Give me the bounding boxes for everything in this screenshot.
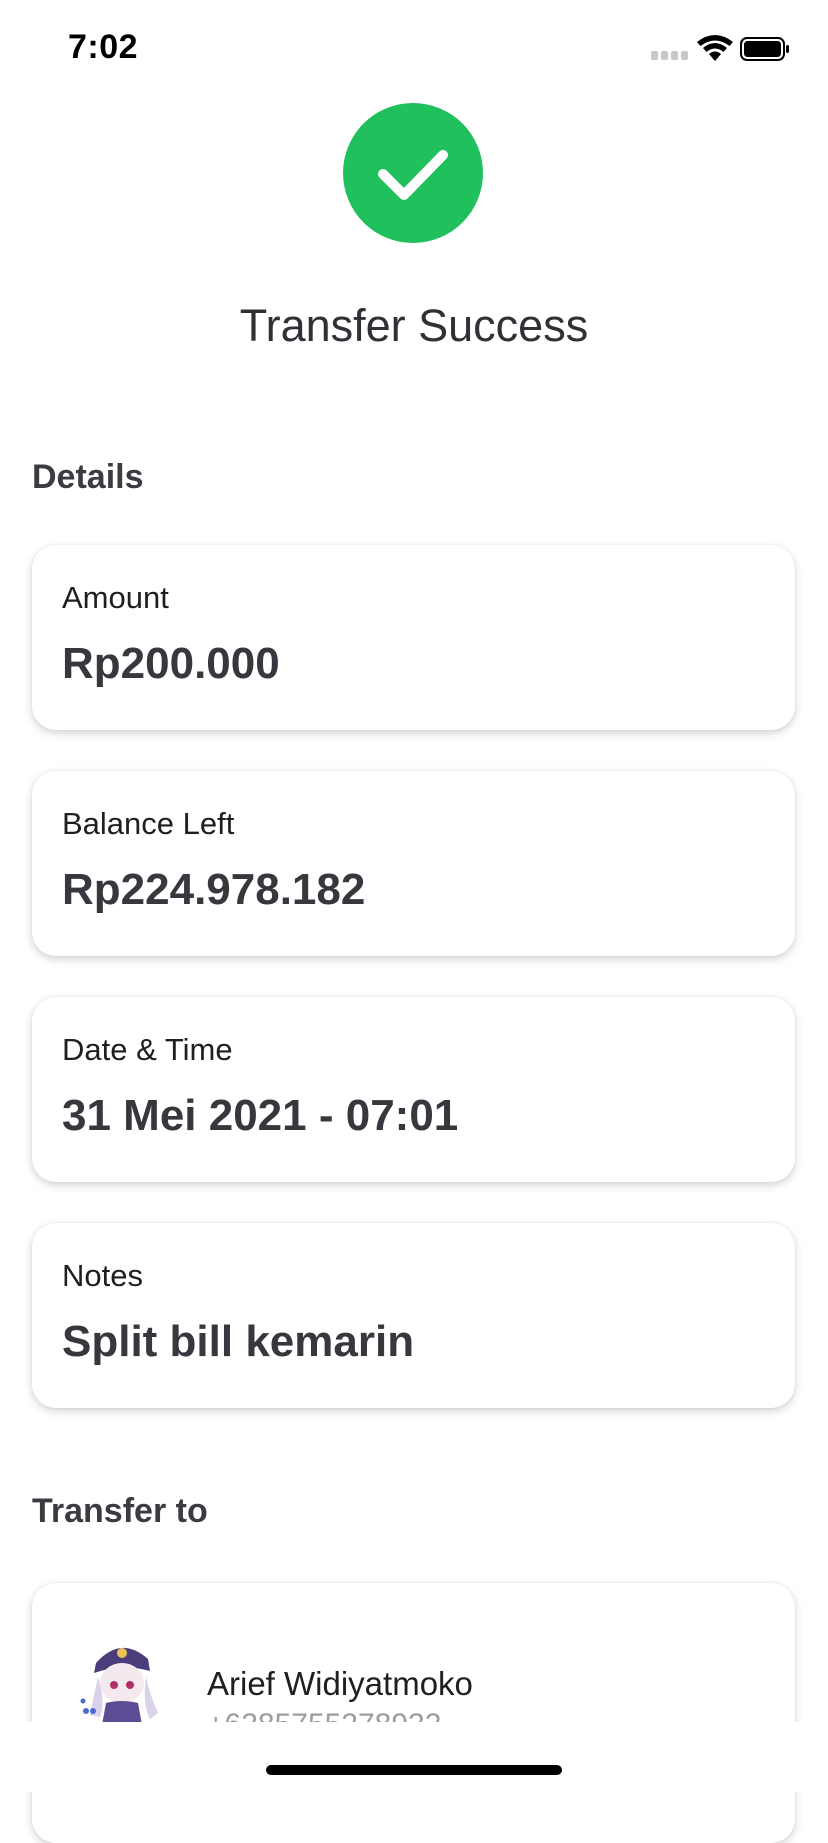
battery-icon [740,37,789,61]
notes-value: Split bill kemarin [62,1317,415,1366]
success-icon [343,103,483,243]
wifi-icon [697,35,733,61]
home-indicator[interactable] [266,1765,562,1775]
details-section-label: Details [32,458,144,496]
status-time: 7:02 [68,28,139,66]
recipient-card[interactable]: Arief Widiyatmoko +6285755278932 [32,1583,795,1843]
signal-icon [651,51,688,60]
amount-card: Amount Rp200.000 [32,545,795,730]
notes-card: Notes Split bill kemarin [32,1223,795,1408]
balance-card: Balance Left Rp224.978.182 [32,771,795,956]
datetime-value: 31 Mei 2021 - 07:01 [62,1091,459,1140]
datetime-label: Date & Time [62,1032,233,1067]
datetime-card: Date & Time 31 Mei 2021 - 07:01 [32,997,795,1182]
recipient-name: Arief Widiyatmoko [207,1665,473,1702]
amount-label: Amount [62,580,169,615]
checkmark-icon [378,150,448,200]
balance-label: Balance Left [62,806,235,841]
bottom-safe-area [0,1722,828,1792]
balance-value: Rp224.978.182 [62,865,366,914]
amount-value: Rp200.000 [62,639,280,688]
status-bar: 7:02 [0,0,828,100]
notes-label: Notes [62,1258,143,1293]
avatar [80,1647,158,1725]
transfer-to-section-label: Transfer to [32,1492,208,1530]
page-title: Transfer Success [239,300,589,351]
